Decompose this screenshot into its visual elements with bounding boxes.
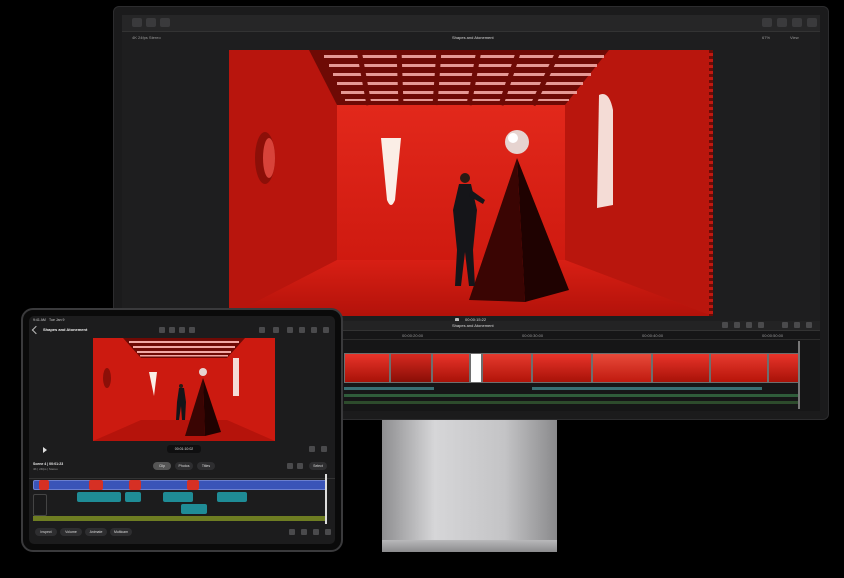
camera-icon[interactable] [169,327,175,333]
red-room-scene [229,50,713,316]
view-dropdown[interactable]: View [790,35,799,40]
scene-title: Scene 4 | 00:01:23 [33,462,64,466]
project-title[interactable]: Shapes and Atonement [43,327,87,332]
red-room-scene [93,338,275,441]
share-icon[interactable] [323,327,329,333]
final-cut-pro-ipad: 9:41 AM Tue Jan 9 Shapes and Atonement 0… [29,316,335,544]
effects-icon[interactable] [794,322,800,328]
export-icon[interactable] [159,327,165,333]
solo-icon[interactable] [758,322,764,328]
toolbar [122,15,820,32]
animate-button[interactable]: Animate [85,528,107,536]
video-clip[interactable] [652,353,710,383]
add-track-button[interactable] [33,494,47,516]
connected-clip[interactable] [181,504,207,514]
trash-icon[interactable] [289,529,295,535]
info-icon[interactable] [273,327,279,333]
music-track[interactable] [344,401,800,404]
share-icon[interactable] [807,18,817,27]
zoom-dropdown[interactable]: 67% [762,35,770,40]
scene-format: 4K | 24fps | Stereo [33,467,58,471]
audio-skim-icon[interactable] [746,322,752,328]
viewer-video-frame [229,50,713,316]
video-clip[interactable] [768,353,800,383]
video-clip[interactable] [592,353,652,383]
photos-icon[interactable] [287,327,293,333]
split-icon[interactable] [301,529,307,535]
video-thumbnail [129,480,141,490]
connected-clip[interactable] [217,492,247,502]
detach-icon[interactable] [313,529,319,535]
browser-toggle-icon[interactable] [777,18,787,27]
library-toggle-icon[interactable] [762,18,772,27]
music-track[interactable] [344,394,800,397]
connected-clip[interactable] [77,492,121,502]
music-track[interactable] [33,516,327,521]
layout-icon[interactable] [299,327,305,333]
ipad-viewer-frame [93,338,275,441]
ruler-mark: 00:00:20:00 [402,333,424,338]
timecode-display: 00:01:10:02 [167,445,201,453]
settings-icon[interactable] [259,327,265,333]
audio-clip[interactable] [532,387,762,390]
video-clip[interactable] [532,353,592,383]
ruler-mark: 00:00:50:00 [762,333,784,338]
check-icon[interactable] [160,18,170,27]
format-label: 4K 24fps Stereo [132,35,161,40]
status-date: Tue Jan 9 [49,318,65,322]
ipad-device: 9:41 AM Tue Jan 9 Shapes and Atonement 0… [21,308,343,552]
audio-clip[interactable] [344,387,434,390]
connected-clip[interactable] [163,492,193,502]
snap-icon[interactable] [722,322,728,328]
video-clip[interactable] [710,353,768,383]
ruler-mark: 00:00:40:00 [642,333,664,338]
video-thumbnail [89,480,103,490]
timeline-scrollbar[interactable] [798,341,800,409]
window-title: Shapes and Atonement [452,35,494,40]
skimming-icon[interactable] [734,322,740,328]
select-button[interactable]: Select [309,462,327,470]
status-time: 9:41 AM [33,318,46,322]
video-clip[interactable] [470,353,482,383]
microphone-icon[interactable] [179,327,185,333]
multicam-button[interactable]: Multicam [110,528,132,536]
monitor-stand [382,420,557,550]
monitor-stand-base [382,540,557,552]
volume-button[interactable]: Volume [60,528,82,536]
expand-icon[interactable] [321,446,327,452]
play-icon[interactable] [43,447,47,453]
video-thumbnail [39,480,49,490]
playhead[interactable] [325,474,327,524]
timeline-toggle-icon[interactable] [792,18,802,27]
record-icon[interactable] [189,327,195,333]
tab-photos[interactable]: Photos [175,462,193,470]
undo-icon[interactable] [287,463,293,469]
video-thumbnail [187,480,199,490]
clip-appearance-icon[interactable] [782,322,788,328]
keyword-icon[interactable] [146,18,156,27]
back-icon[interactable] [31,325,41,335]
ipad-timeline-ruler[interactable] [29,474,335,479]
video-clip[interactable] [390,353,432,383]
more-icon[interactable] [325,529,331,535]
inspect-button[interactable]: Inspect [35,528,57,536]
transitions-icon[interactable] [806,322,812,328]
tab-titles[interactable]: Titles [197,462,215,470]
primary-storyline-clip[interactable] [33,480,327,490]
audio-meter [709,50,713,316]
timeline-title: Shapes and Atonement [452,323,494,328]
connected-clip[interactable] [125,492,141,502]
browser-icon[interactable] [311,327,317,333]
video-clip[interactable] [432,353,470,383]
fullscreen-icon[interactable] [309,446,315,452]
video-clip[interactable] [482,353,532,383]
video-clip[interactable] [344,353,390,383]
ruler-mark: 00:00:30:00 [522,333,544,338]
redo-icon[interactable] [297,463,303,469]
tab-clip[interactable]: Clip [153,462,171,470]
import-icon[interactable] [132,18,142,27]
